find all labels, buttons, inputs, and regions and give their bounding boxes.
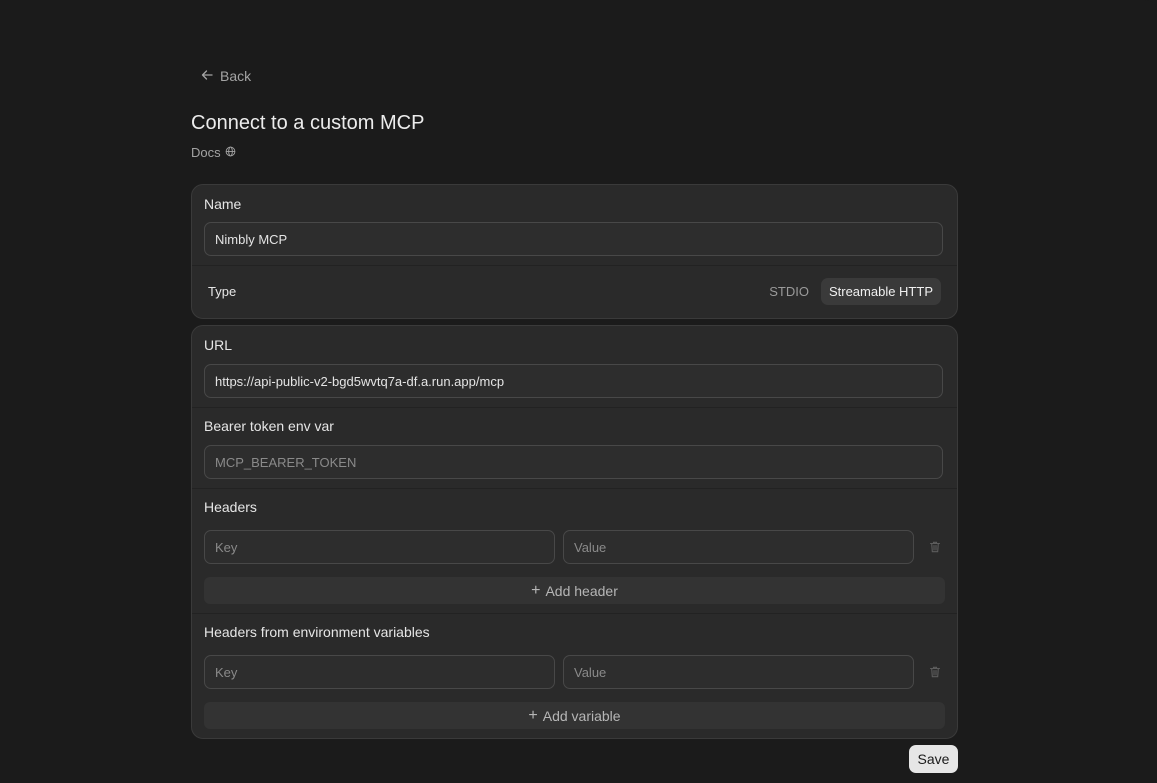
headers-label: Headers (204, 499, 257, 515)
divider (192, 265, 957, 266)
name-label: Name (204, 196, 242, 212)
back-label: Back (220, 68, 252, 84)
divider (192, 407, 957, 408)
url-label: URL (204, 337, 233, 353)
type-option-streamable-http[interactable]: Streamable HTTP (820, 278, 941, 305)
plus-icon: + (531, 581, 541, 599)
divider (192, 613, 957, 614)
basic-settings-card: Name Nimbly MCP Type STDIO Streamable HT… (191, 184, 958, 319)
globe-icon (225, 145, 236, 160)
add-header-button[interactable]: + Add header (204, 577, 945, 604)
header-value-input[interactable]: Value (563, 530, 914, 564)
name-input[interactable]: Nimbly MCP (204, 222, 943, 256)
trash-icon[interactable] (928, 540, 942, 554)
header-key-input[interactable]: Key (204, 530, 555, 564)
page-title: Connect to a custom MCP (191, 112, 425, 134)
back-button[interactable]: Back (200, 66, 251, 86)
url-input[interactable]: https://api-public-v2-bgd5wvtq7a-df.a.ru… (204, 364, 943, 398)
docs-link[interactable]: Docs (191, 145, 236, 160)
divider (192, 488, 957, 489)
env-value-input[interactable]: Value (563, 655, 914, 689)
http-settings-card: URL https://api-public-v2-bgd5wvtq7a-df.… (191, 325, 958, 739)
bearer-token-label: Bearer token env var (204, 418, 334, 434)
env-key-input[interactable]: Key (204, 655, 555, 689)
docs-label: Docs (191, 145, 221, 160)
window: Back Connect to a custom MCP Docs Name N… (0, 0, 1157, 783)
type-label: Type (208, 284, 237, 299)
save-button[interactable]: Save (909, 745, 958, 773)
plus-icon: + (528, 706, 538, 724)
add-header-label: Add header (545, 582, 618, 599)
trash-icon[interactable] (928, 665, 942, 679)
arrow-left-icon (200, 68, 214, 85)
type-option-stdio[interactable]: STDIO (761, 278, 817, 305)
add-variable-label: Add variable (542, 707, 621, 724)
env-headers-label: Headers from environment variables (204, 624, 430, 640)
add-variable-button[interactable]: + Add variable (204, 702, 945, 729)
type-segmented-control: STDIO Streamable HTTP (761, 278, 941, 305)
bearer-token-input[interactable]: MCP_BEARER_TOKEN (204, 445, 943, 479)
